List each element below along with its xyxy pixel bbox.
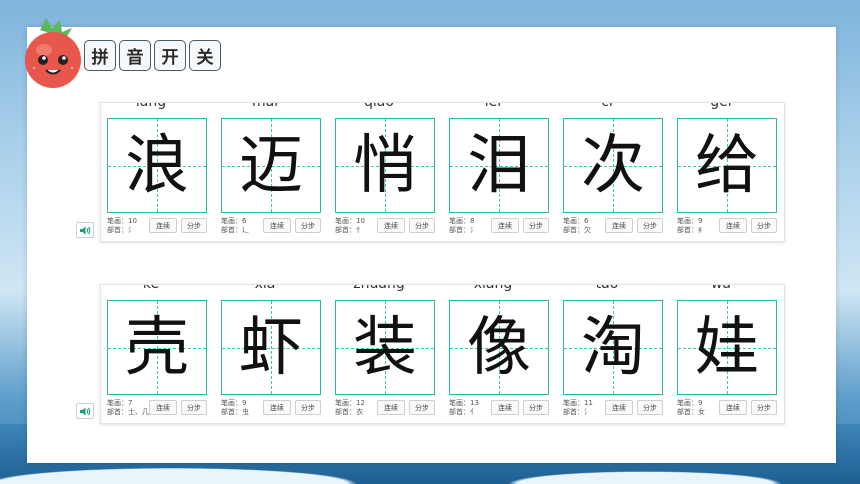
character-info: 笔画：9 部首：虫 <box>221 399 249 416</box>
pinyin-label: ké <box>142 284 160 292</box>
character-card: wá 娃 笔画：9 部首：女 连续 分步 <box>671 285 783 423</box>
speaker-button[interactable] <box>76 222 94 238</box>
character-info: 笔画：8 部首：氵 <box>449 217 477 234</box>
character-info: 笔画：11 部首：氵 <box>563 399 593 416</box>
hanzi-character: 浪 <box>125 128 189 203</box>
continuous-button[interactable]: 连续 <box>605 400 633 415</box>
hanzi-character: 迈 <box>239 128 303 203</box>
speaker-button[interactable] <box>76 403 94 419</box>
continuous-button[interactable]: 连续 <box>491 400 519 415</box>
stepwise-button[interactable]: 分步 <box>181 400 207 415</box>
strawberry-mascot-icon <box>25 18 81 88</box>
character-info: 笔画：12 部首：衣 <box>335 399 365 416</box>
hanzi-character: 泪 <box>467 128 531 203</box>
hanzi-character: 壳 <box>125 310 189 385</box>
character-row-1: làng 浪 笔画：10 部首：氵 连续 分步 mài 迈 笔画：6 部首：辶 连续… <box>100 102 785 242</box>
character-info: 笔画：6 部首：欠 <box>563 217 591 234</box>
continuous-button[interactable]: 连续 <box>263 400 291 415</box>
tianzige-grid[interactable]: 装 <box>335 300 435 395</box>
hanzi-character: 装 <box>353 310 417 385</box>
pinyin-label: mài <box>251 102 279 110</box>
tianzige-grid[interactable]: 次 <box>563 118 663 213</box>
hanzi-character: 虾 <box>239 310 303 385</box>
stepwise-button[interactable]: 分步 <box>751 218 777 233</box>
tianzige-grid[interactable]: 浪 <box>107 118 207 213</box>
pinyin-label: zhuāng <box>353 284 405 292</box>
pinyin-on-button[interactable]: 开 <box>154 40 186 71</box>
stepwise-button[interactable]: 分步 <box>523 400 549 415</box>
pinyin-label: táo <box>595 284 619 292</box>
pinyin-label: cì <box>601 102 613 110</box>
pinyin-label: wá <box>710 284 732 292</box>
stepwise-button[interactable]: 分步 <box>409 400 435 415</box>
character-info: 笔画：10 部首：氵 <box>107 217 137 234</box>
character-card: táo 淘 笔画：11 部首：氵 连续 分步 <box>557 285 669 423</box>
speaker-icon <box>79 407 90 415</box>
stepwise-button[interactable]: 分步 <box>751 400 777 415</box>
continuous-button[interactable]: 连续 <box>377 400 405 415</box>
character-card: làng 浪 笔画：10 部首：氵 连续 分步 <box>101 103 213 241</box>
character-card: gěi 给 笔画：9 部首：纟 连续 分步 <box>671 103 783 241</box>
stepwise-button[interactable]: 分步 <box>409 218 435 233</box>
speaker-icon <box>79 226 90 234</box>
stepwise-button[interactable]: 分步 <box>637 218 663 233</box>
stepwise-button[interactable]: 分步 <box>637 400 663 415</box>
pinyin-label: lèi <box>484 102 502 110</box>
character-card: mài 迈 笔画：6 部首：辶 连续 分步 <box>215 103 327 241</box>
pinyin-toggle-toolbar: 拼 音 开 关 <box>84 40 221 71</box>
stepwise-button[interactable]: 分步 <box>523 218 549 233</box>
hanzi-character: 像 <box>467 310 531 385</box>
character-info: 笔画：13 部首：亻 <box>449 399 479 416</box>
stepwise-button[interactable]: 分步 <box>181 218 207 233</box>
continuous-button[interactable]: 连续 <box>719 400 747 415</box>
continuous-button[interactable]: 连续 <box>377 218 405 233</box>
continuous-button[interactable]: 连续 <box>149 218 177 233</box>
pin-button[interactable]: 拼 <box>84 40 116 71</box>
character-card: zhuāng 装 笔画：12 部首：衣 连续 分步 <box>329 285 441 423</box>
character-info: 笔画：10 部首：忄 <box>335 217 365 234</box>
hanzi-character: 悄 <box>353 128 417 203</box>
pinyin-label: xiàng <box>473 284 513 292</box>
continuous-button[interactable]: 连续 <box>605 218 633 233</box>
tianzige-grid[interactable]: 壳 <box>107 300 207 395</box>
stepwise-button[interactable]: 分步 <box>295 400 321 415</box>
character-card: xiā 虾 笔画：9 部首：虫 连续 分步 <box>215 285 327 423</box>
character-info: 笔画：6 部首：辶 <box>221 217 249 234</box>
hanzi-character: 次 <box>581 128 645 203</box>
character-info: 笔画：9 部首：纟 <box>677 217 705 234</box>
pinyin-off-button[interactable]: 关 <box>189 40 221 71</box>
yin-button[interactable]: 音 <box>119 40 151 71</box>
continuous-button[interactable]: 连续 <box>491 218 519 233</box>
continuous-button[interactable]: 连续 <box>149 400 177 415</box>
continuous-button[interactable]: 连续 <box>263 218 291 233</box>
hanzi-character: 淘 <box>581 310 645 385</box>
stepwise-button[interactable]: 分步 <box>295 218 321 233</box>
character-row-2: ké 壳 笔画：7 部首：士、几 连续 分步 xiā 虾 笔画：9 部首：虫 连续 … <box>100 284 785 424</box>
tianzige-grid[interactable]: 悄 <box>335 118 435 213</box>
continuous-button[interactable]: 连续 <box>719 218 747 233</box>
tianzige-grid[interactable]: 像 <box>449 300 549 395</box>
pinyin-label: qiāo <box>364 102 394 110</box>
pinyin-label: gěi <box>710 102 732 110</box>
character-card: lèi 泪 笔画：8 部首：氵 连续 分步 <box>443 103 555 241</box>
tianzige-grid[interactable]: 迈 <box>221 118 321 213</box>
character-card: ké 壳 笔画：7 部首：士、几 连续 分步 <box>101 285 213 423</box>
character-card: cì 次 笔画：6 部首：欠 连续 分步 <box>557 103 669 241</box>
character-info: 笔画：7 部首：士、几 <box>107 399 149 416</box>
tianzige-grid[interactable]: 泪 <box>449 118 549 213</box>
character-info: 笔画：9 部首：女 <box>677 399 705 416</box>
tianzige-grid[interactable]: 给 <box>677 118 777 213</box>
character-card: xiàng 像 笔画：13 部首：亻 连续 分步 <box>443 285 555 423</box>
tianzige-grid[interactable]: 淘 <box>563 300 663 395</box>
character-card: qiāo 悄 笔画：10 部首：忄 连续 分步 <box>329 103 441 241</box>
pinyin-label: làng <box>135 102 167 110</box>
hanzi-character: 娃 <box>695 310 759 385</box>
pinyin-label: xiā <box>254 284 276 292</box>
tianzige-grid[interactable]: 娃 <box>677 300 777 395</box>
hanzi-character: 给 <box>695 128 759 203</box>
tianzige-grid[interactable]: 虾 <box>221 300 321 395</box>
